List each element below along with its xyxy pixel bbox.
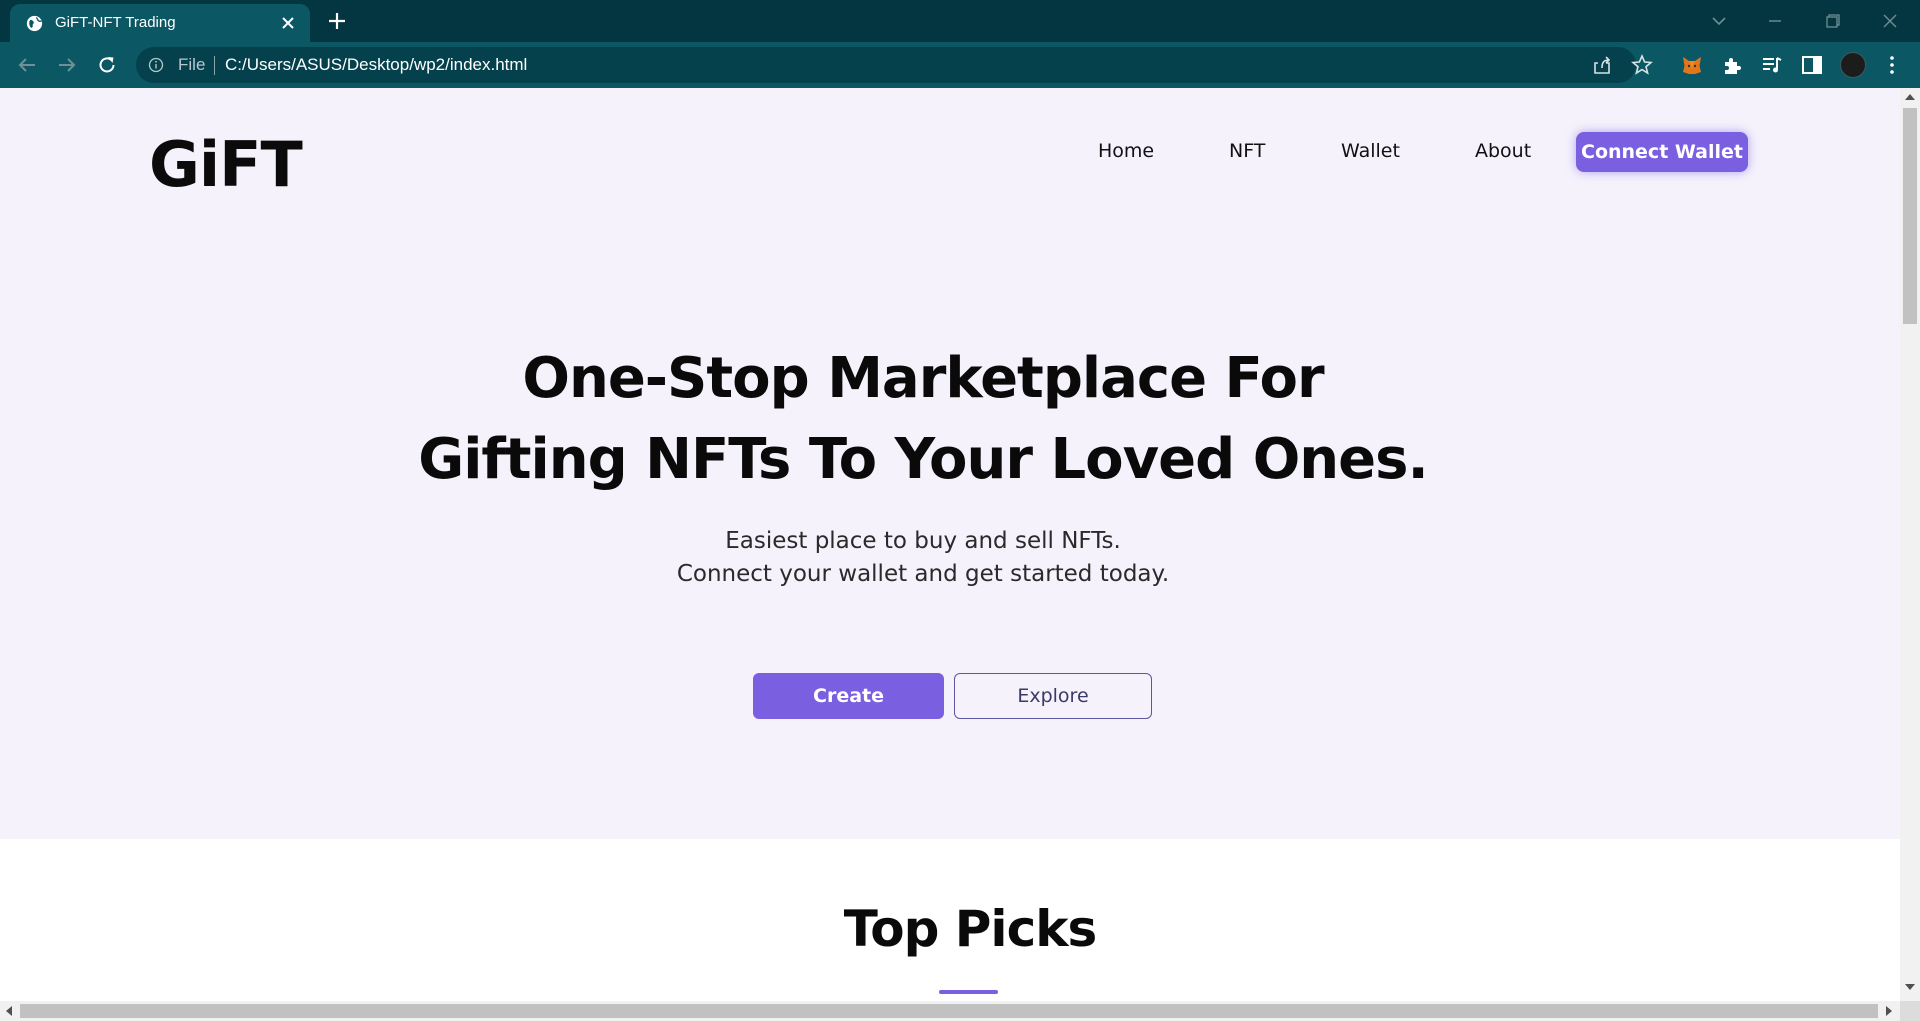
minimize-icon[interactable] (1762, 8, 1788, 34)
create-button[interactable]: Create (753, 673, 944, 719)
back-icon[interactable] (15, 53, 39, 77)
puzzle-icon[interactable] (1720, 53, 1744, 77)
hero-section: GiFT Home NFT Wallet About Connect Walle… (0, 88, 1900, 839)
top-picks-title: Top Picks (843, 900, 1097, 958)
fox-extension-icon[interactable] (1680, 53, 1704, 77)
nav-nft-link[interactable]: NFT (1229, 140, 1265, 162)
scroll-left-arrow-icon[interactable] (6, 1006, 12, 1016)
address-url[interactable]: C:/Users/ASUS/Desktop/wp2/index.html (225, 55, 527, 75)
explore-button[interactable]: Explore (954, 673, 1152, 719)
hero-headline-line-2: Gifting NFTs To Your Loved Ones. (418, 427, 1429, 492)
vertical-scroll-thumb[interactable] (1903, 108, 1917, 324)
nav-wallet-link[interactable]: Wallet (1341, 140, 1400, 162)
avatar[interactable] (1840, 52, 1866, 78)
nav-home-link[interactable]: Home (1098, 140, 1154, 162)
nav-about-link[interactable]: About (1475, 140, 1531, 162)
star-icon[interactable] (1630, 53, 1654, 77)
scrollbar-corner (1900, 1001, 1920, 1021)
restore-icon[interactable] (1820, 8, 1846, 34)
browser-tab[interactable]: GiFT-NFT Trading (10, 4, 310, 42)
hero-subtitle-line-1: Easiest place to buy and sell NFTs. (725, 528, 1121, 554)
close-icon[interactable] (278, 13, 298, 33)
scroll-down-arrow-icon[interactable] (1905, 984, 1915, 990)
horizontal-scroll-thumb[interactable] (20, 1004, 1878, 1018)
page-viewport: GiFT Home NFT Wallet About Connect Walle… (0, 88, 1900, 1001)
address-bar[interactable]: File C:/Users/ASUS/Desktop/wp2/index.htm… (136, 47, 1636, 83)
vertical-scrollbar[interactable] (1900, 88, 1920, 1001)
scroll-up-arrow-icon[interactable] (1905, 94, 1915, 100)
scroll-right-arrow-icon[interactable] (1886, 1006, 1892, 1016)
plus-icon[interactable] (326, 10, 348, 32)
forward-icon[interactable] (55, 53, 79, 77)
hero-headline-line-1: One-Stop Marketplace For (522, 346, 1324, 411)
browser-toolbar: File C:/Users/ASUS/Desktop/wp2/index.htm… (0, 42, 1920, 88)
hero-subtitle-line-2: Connect your wallet and get started toda… (676, 561, 1170, 587)
media-queue-icon[interactable] (1760, 53, 1784, 77)
hero-headline: One-Stop Marketplace For Gifting NFTs To… (0, 338, 1846, 500)
site-logo[interactable]: GiFT (149, 128, 303, 201)
share-icon[interactable] (1590, 53, 1614, 77)
connect-wallet-button[interactable]: Connect Wallet (1576, 132, 1748, 172)
reload-icon[interactable] (95, 53, 119, 77)
horizontal-scrollbar[interactable] (0, 1001, 1900, 1021)
side-panel-icon[interactable] (1800, 53, 1824, 77)
tab-title: GiFT-NFT Trading (55, 14, 176, 31)
close-window-icon[interactable] (1877, 8, 1903, 34)
address-separator (214, 56, 215, 75)
globe-icon (26, 15, 43, 32)
info-icon[interactable] (148, 57, 164, 73)
section-title-underline (939, 990, 998, 994)
address-scheme: File (178, 55, 206, 74)
chevron-down-icon[interactable] (1706, 8, 1732, 34)
more-icon[interactable] (1880, 53, 1904, 77)
browser-tab-strip: GiFT-NFT Trading (0, 0, 1920, 42)
